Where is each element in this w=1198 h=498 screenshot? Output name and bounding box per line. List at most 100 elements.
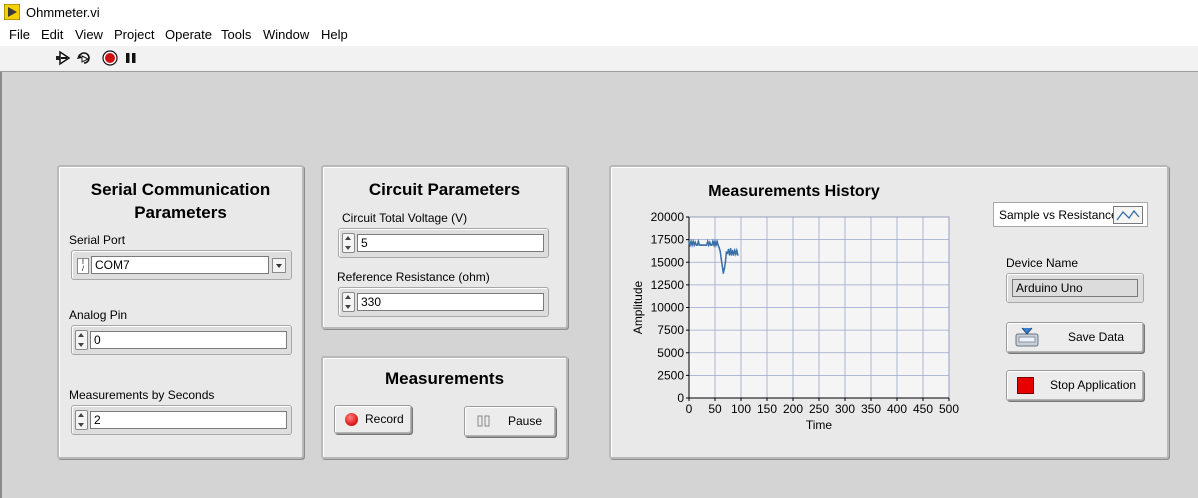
record-button[interactable]: Record <box>334 405 412 434</box>
menu-window[interactable]: Window <box>263 27 309 42</box>
menu-operate[interactable]: Operate <box>165 27 212 42</box>
y-tick-label: 5000 <box>657 346 684 360</box>
x-axis-label: Time <box>806 418 833 432</box>
data-point <box>729 247 732 250</box>
device-name-indicator: Arduino Uno <box>1006 273 1144 303</box>
menu-help[interactable]: Help <box>321 27 348 42</box>
device-name-value: Arduino Uno <box>1012 279 1138 297</box>
data-point <box>716 240 718 243</box>
data-point <box>689 244 691 246</box>
data-point <box>733 249 736 252</box>
y-tick-label: 15000 <box>651 255 685 269</box>
data-point <box>705 244 708 246</box>
title-bar: Ohmmeter.vi <box>0 0 1198 24</box>
y-tick-label: 20000 <box>651 210 685 224</box>
data-point <box>692 240 694 243</box>
save-data-button[interactable]: Save Data <box>1006 322 1144 353</box>
reference-resistance-label: Reference Resistance (ohm) <box>337 270 490 284</box>
data-point <box>713 244 715 246</box>
stop-square-icon <box>1017 377 1034 394</box>
data-point <box>693 244 695 246</box>
x-tick-label: 300 <box>835 402 855 416</box>
legend-plot-swatch-icon[interactable] <box>1113 206 1143 224</box>
run-continuously-icon[interactable] <box>76 50 92 66</box>
data-point <box>728 254 731 256</box>
data-point <box>719 250 721 253</box>
data-point <box>726 252 729 254</box>
data-point <box>694 241 697 244</box>
record-button-label: Record <box>365 412 404 426</box>
menu-view[interactable]: View <box>75 27 103 42</box>
analog-pin-value[interactable]: 0 <box>90 331 287 349</box>
measurements-history-panel: Measurements History 0 50 100 150 200 250 300 35… <box>609 165 1169 459</box>
data-point <box>711 244 713 246</box>
data-point <box>714 240 716 243</box>
record-led-icon <box>345 413 358 426</box>
run-arrow-icon[interactable] <box>55 50 71 66</box>
data-point <box>720 257 723 260</box>
serial-communication-panel: Serial Communication Parameters Serial P… <box>57 165 304 459</box>
window-title: Ohmmeter.vi <box>26 5 100 20</box>
serial-panel-title-line2: Parameters <box>134 203 227 222</box>
chevron-down-icon[interactable] <box>272 258 286 273</box>
analog-pin-spinner[interactable] <box>75 330 88 350</box>
circuit-voltage-label: Circuit Total Voltage (V) <box>342 211 468 225</box>
y-tick-label: 17500 <box>651 233 685 247</box>
front-panel-edge <box>0 72 2 498</box>
pause-button-icon <box>477 415 491 430</box>
serial-port-value[interactable]: COM7 <box>91 256 269 274</box>
menu-file[interactable]: File <box>9 27 30 42</box>
menu-tools[interactable]: Tools <box>221 27 251 42</box>
pause-icon[interactable] <box>123 50 139 66</box>
serial-port-label: Serial Port <box>69 233 126 247</box>
device-name-label: Device Name <box>1006 256 1079 270</box>
data-point <box>737 254 739 256</box>
resistance-spinner[interactable] <box>342 292 355 312</box>
chart-title: Measurements History <box>708 183 880 200</box>
data-point <box>718 246 720 249</box>
circuit-parameters-panel: Circuit Parameters Circuit Total Voltage… <box>321 165 568 329</box>
serial-port-selector[interactable]: I / COM7 <box>71 250 292 280</box>
visa-resource-icon: I / <box>77 258 89 274</box>
pause-button-label: Pause <box>508 414 543 428</box>
x-tick-label: 450 <box>913 402 933 416</box>
data-point <box>691 244 693 246</box>
data-point <box>709 241 711 244</box>
save-disk-icon <box>1014 326 1040 351</box>
reference-resistance-value[interactable]: 330 <box>357 293 544 311</box>
data-point <box>712 240 714 243</box>
measurements-by-seconds-value[interactable]: 2 <box>90 411 287 429</box>
stop-application-button[interactable]: Stop Application <box>1006 370 1144 401</box>
data-point <box>731 249 734 252</box>
chart-legend[interactable]: Sample vs Resistance <box>993 202 1148 227</box>
y-tick-label: 2500 <box>657 368 684 382</box>
measurements-spinner[interactable] <box>75 410 88 430</box>
data-point <box>736 249 738 252</box>
x-tick-label: 200 <box>783 402 803 416</box>
data-point <box>730 254 733 256</box>
measurements-by-seconds-label: Measurements by Seconds <box>69 388 215 402</box>
stop-application-label: Stop Application <box>1050 378 1137 392</box>
voltage-spinner[interactable] <box>342 233 355 253</box>
x-tick-label: 250 <box>809 402 829 416</box>
data-point <box>727 248 730 251</box>
menu-project[interactable]: Project <box>114 27 154 42</box>
data-point <box>732 254 735 256</box>
data-point <box>723 267 726 270</box>
save-data-label: Save Data <box>1068 330 1125 344</box>
circuit-voltage-control[interactable]: 5 <box>338 228 549 258</box>
measurements-by-seconds-control[interactable]: 2 <box>71 405 292 435</box>
reference-resistance-control[interactable]: 330 <box>338 287 549 317</box>
circuit-voltage-value[interactable]: 5 <box>357 234 544 252</box>
pause-button[interactable]: Pause <box>464 406 556 437</box>
data-point <box>706 240 709 243</box>
analog-pin-control[interactable]: 0 <box>71 325 292 355</box>
data-point <box>735 253 737 255</box>
toolbar <box>0 46 1198 72</box>
data-point <box>696 244 699 246</box>
menu-bar: File Edit View Project Operate Tools Win… <box>0 24 1198 46</box>
x-tick-label: 500 <box>939 402 959 416</box>
menu-edit[interactable]: Edit <box>41 27 63 42</box>
abort-stop-icon[interactable] <box>102 50 118 66</box>
y-axis-label: Amplitude <box>631 281 645 335</box>
